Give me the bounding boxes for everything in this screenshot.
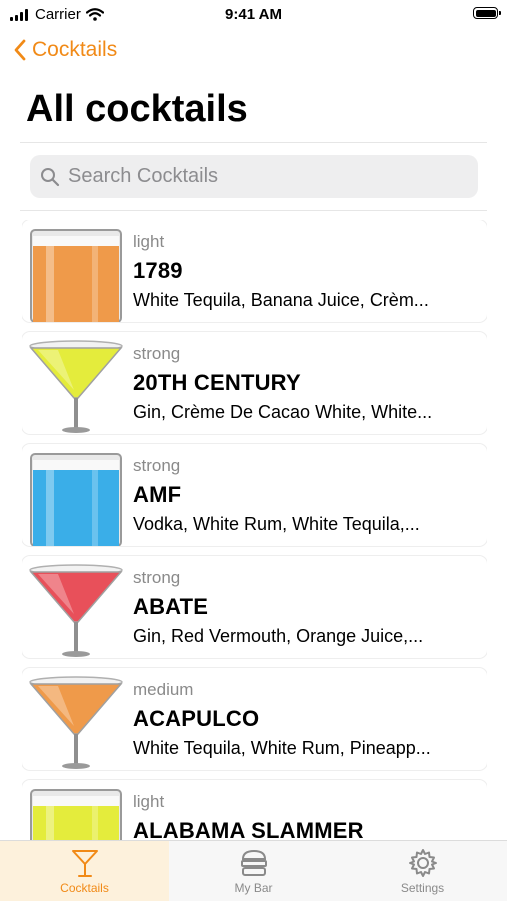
bar-shelf-icon (240, 849, 267, 876)
cocktail-name: ALABAMA SLAMMER (133, 818, 364, 840)
martini-glass-icon (71, 850, 98, 877)
status-time: 9:41 AM (225, 6, 282, 23)
tab-label: Settings (400, 881, 445, 895)
back-button[interactable]: Cocktails (14, 38, 117, 62)
tab-settings[interactable]: Settings (338, 841, 507, 901)
cocktail-strength: medium (133, 680, 194, 699)
search-divider (20, 210, 487, 211)
tab-label: Cocktails (60, 881, 109, 895)
tab-bar: Cocktails My Bar Settings (0, 840, 507, 901)
tab-cocktails[interactable]: Cocktails (0, 841, 169, 901)
search-bar[interactable] (30, 155, 478, 198)
cocktail-name: 1789 (133, 258, 183, 283)
gear-icon (408, 849, 437, 877)
cocktail-strength: strong (133, 568, 181, 587)
cocktail-glass-image (30, 789, 122, 840)
search-icon (41, 167, 60, 186)
back-label: Cocktails (32, 38, 118, 61)
cocktail-name: AMF (133, 482, 182, 507)
cocktail-glass-image (29, 340, 123, 433)
cocktail-row[interactable]: light ALABAMA SLAMMER (22, 780, 487, 840)
cocktail-strength: light (133, 792, 165, 811)
cocktail-row[interactable]: medium ACAPULCO White Tequila, White Rum… (22, 668, 487, 770)
tab-label: My Bar (234, 881, 273, 895)
cocktail-strength: strong (133, 456, 181, 475)
cocktail-strength: strong (133, 344, 181, 363)
cocktail-ingredients: Gin, Crème De Cacao White, White... (133, 402, 433, 422)
battery-icon (473, 7, 501, 19)
cocktail-name: 20TH CENTURY (133, 370, 301, 395)
search-input[interactable] (66, 164, 460, 189)
cocktail-ingredients: Vodka, White Rum, White Tequila,... (133, 514, 420, 534)
tab-my-bar[interactable]: My Bar (169, 841, 338, 901)
cocktail-row[interactable]: strong ABATE Gin, Red Vermouth, Orange J… (22, 556, 487, 658)
cocktail-strength: light (133, 232, 165, 251)
chevron-left-icon (14, 39, 26, 61)
cocktail-row[interactable]: light 1789 White Tequila, Banana Juice, … (22, 220, 487, 322)
cocktail-glass-image (29, 676, 123, 769)
cocktail-name: ABATE (133, 594, 209, 619)
cocktail-list[interactable]: light 1789 White Tequila, Banana Juice, … (22, 220, 487, 840)
status-bar: Carrier 9:41 AM (0, 0, 507, 30)
cocktail-row[interactable]: strong AMF Vodka, White Rum, White Tequi… (22, 444, 487, 546)
cocktail-glass-image (29, 564, 123, 657)
cocktail-glass-image (30, 229, 122, 322)
cocktail-glass-image (30, 453, 122, 546)
title-divider (20, 142, 487, 143)
cocktail-ingredients: Gin, Red Vermouth, Orange Juice,... (133, 626, 424, 646)
cocktail-row[interactable]: strong 20TH CENTURY Gin, Crème De Cacao … (22, 332, 487, 434)
page-title: All cocktails (26, 88, 248, 130)
cocktail-ingredients: White Tequila, Banana Juice, Crèm... (133, 290, 429, 310)
cocktail-name: ACAPULCO (133, 706, 260, 731)
cocktail-ingredients: White Tequila, White Rum, Pineapp... (133, 738, 431, 758)
